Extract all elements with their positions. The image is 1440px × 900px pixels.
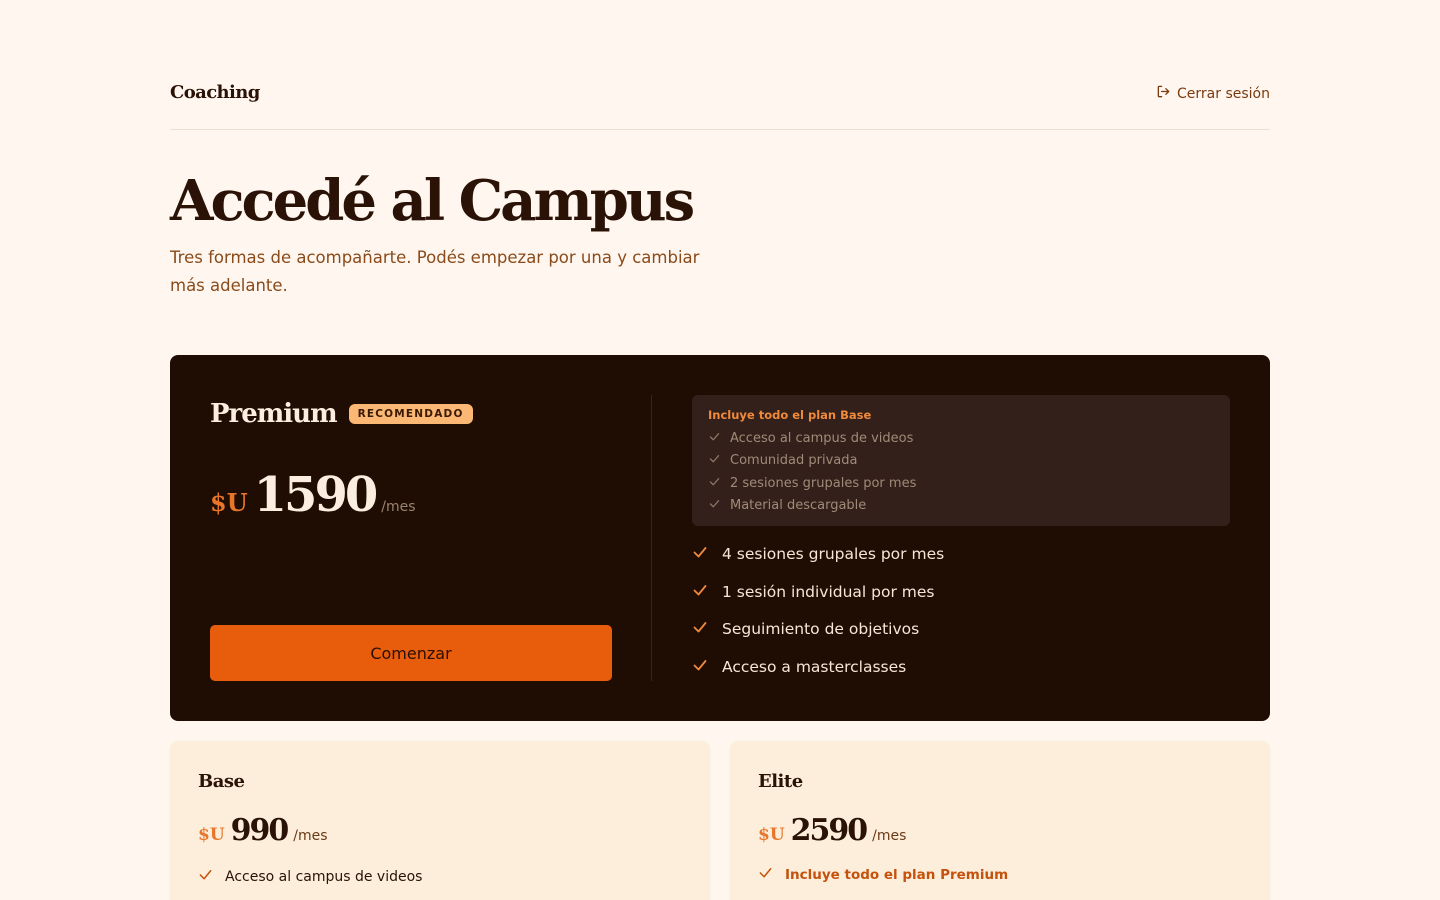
check-icon [708,475,721,492]
premium-title-row: Premium RECOMENDADO [210,399,473,429]
price-period: /mes [293,828,328,844]
currency-symbol: $U [198,825,225,845]
plan-price: $U 2590 /mes [758,813,906,848]
list-item: 4 sesiones grupales por mes [692,535,1230,573]
check-icon [708,430,721,447]
list-item: Acceso a masterclasses [692,648,1230,686]
list-item: Acceso al campus de videos [708,427,1214,450]
start-button[interactable]: Comenzar [210,625,612,681]
list-item: Seguimiento de objetivos [692,610,1230,648]
list-item-label: 1 sesión individual por mes [722,582,935,601]
check-icon [198,867,213,886]
list-item-label: Acceso al campus de videos [225,868,423,885]
check-icon [692,619,708,639]
list-item: Incluye todo el plan Premium [758,865,1008,884]
plan-price: $U 1590 /mes [210,467,416,523]
list-item-label: 2 sesiones grupales por mes [730,475,917,491]
currency-symbol: $U [210,488,248,517]
list-item-label: Comunidad privada [730,453,858,469]
includes-title: Incluye todo el plan Base [708,408,872,422]
list-item-label: Seguimiento de objetivos [722,620,920,639]
plan-card-elite: Elite $U 2590 /mes Incluye todo el plan … [730,741,1270,900]
list-item: Comunidad privada [708,450,1214,473]
price-amount: 990 [230,813,290,848]
list-item-label: Material descargable [730,498,867,514]
plan-name: Elite [758,771,803,792]
list-item: Material descargable [708,495,1214,518]
page-subtitle: Tres formas de acompañarte. Podés empeza… [170,248,700,295]
plan-card-premium: Premium RECOMENDADO $U 1590 /mes Comenza… [170,355,1270,721]
price-amount: 1590 [253,467,379,523]
check-icon [692,582,708,602]
price-period: /mes [872,828,907,844]
list-item-label: 4 sesiones grupales por mes [722,544,945,563]
logout-button[interactable]: Cerrar sesión [1156,84,1270,103]
price-period: /mes [381,499,416,515]
includes-base-box: Incluye todo el plan Base Acceso al camp… [692,395,1230,526]
list-item: Acceso al campus de videos [198,867,422,886]
plan-price: $U 990 /mes [198,813,328,848]
recommended-badge: RECOMENDADO [348,404,473,424]
top-bar: Coaching Cerrar sesión [170,78,1270,130]
price-amount: 2590 [790,813,868,848]
check-icon [758,865,773,884]
premium-summary: Premium RECOMENDADO $U 1590 /mes Comenza… [210,395,612,681]
brand-logo[interactable]: Coaching [170,82,260,103]
list-item: 1 sesión individual por mes [692,573,1230,611]
logout-label: Cerrar sesión [1177,85,1270,102]
logout-icon [1156,84,1171,103]
plan-name: Premium [210,399,338,429]
check-icon [692,544,708,564]
check-icon [708,452,721,469]
plan-card-base: Base $U 990 /mes Acceso al campus de vid… [170,741,710,900]
plan-name: Base [198,771,245,792]
page-title: Accedé al Campus [170,168,695,234]
premium-feature-list: 4 sesiones grupales por mes 1 sesión ind… [692,535,1230,686]
currency-symbol: $U [758,825,785,845]
list-item-label: Acceso a masterclasses [722,657,907,676]
check-icon [708,497,721,514]
list-item-label: Acceso al campus de videos [730,430,914,446]
list-item-label: Incluye todo el plan Premium [785,866,1009,883]
card-divider [651,395,652,681]
list-item: 2 sesiones grupales por mes [708,472,1214,495]
check-icon [692,657,708,677]
